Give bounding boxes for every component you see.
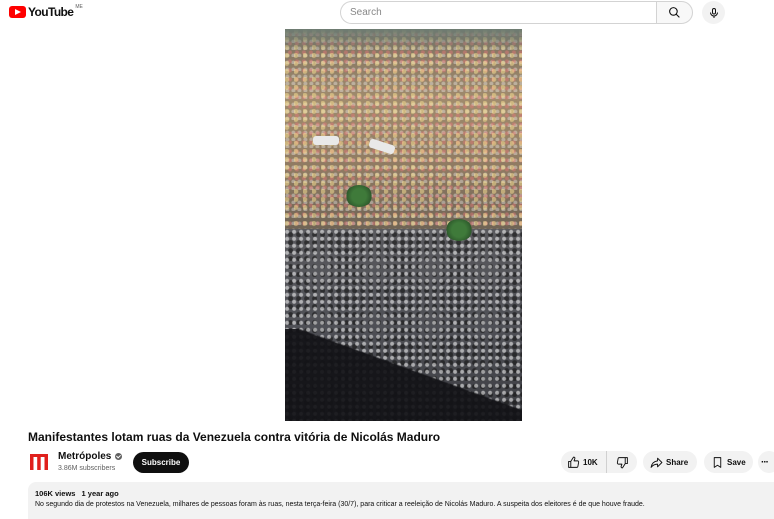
- masthead: YouTube ME: [0, 0, 774, 26]
- upload-age: 1 year ago: [81, 489, 119, 498]
- thumbs-down-icon: [616, 456, 628, 468]
- youtube-play-icon: [9, 6, 26, 18]
- video-frame-building: [285, 29, 522, 51]
- video-frame-car: [313, 136, 339, 145]
- video-frame-tree: [445, 219, 473, 241]
- logo-country-code: ME: [75, 4, 83, 10]
- channel-avatar[interactable]: [28, 451, 50, 473]
- like-dislike-group: 10K: [561, 451, 637, 473]
- thumbs-up-icon: [568, 456, 580, 468]
- channel-name[interactable]: Metrópoles: [58, 451, 123, 462]
- share-button[interactable]: Share: [643, 451, 697, 473]
- video-frame-tree: [345, 185, 373, 207]
- description-text: No segundo dia de protestos na Venezuela…: [35, 501, 645, 508]
- share-icon: [650, 457, 663, 468]
- subscriber-count: 3.86M subscribers: [58, 465, 116, 472]
- verified-badge-icon: [115, 453, 123, 460]
- logo-text: YouTube: [28, 5, 74, 19]
- share-label: Share: [666, 457, 689, 467]
- more-actions-button[interactable]: ···: [758, 451, 774, 473]
- description-box[interactable]: 106K views 1 year ago No segundo dia de …: [28, 482, 774, 519]
- channel-logo-icon: [30, 454, 48, 470]
- channel-name-text: Metrópoles: [58, 451, 112, 462]
- search-input[interactable]: [341, 2, 656, 23]
- video-frame-shadow: [285, 329, 522, 421]
- microphone-icon: [709, 7, 718, 18]
- search-box: [340, 1, 656, 24]
- video-meta: 106K views 1 year ago: [35, 489, 774, 498]
- dislike-button[interactable]: [607, 451, 637, 473]
- save-label: Save: [727, 457, 746, 467]
- video-player[interactable]: [285, 29, 522, 421]
- video-frame-crowd-top: [285, 29, 522, 229]
- like-button[interactable]: 10K: [561, 451, 607, 473]
- save-button[interactable]: Save: [704, 451, 753, 473]
- subscribe-button[interactable]: Subscribe: [133, 452, 189, 473]
- youtube-logo[interactable]: YouTube ME: [9, 4, 83, 19]
- voice-search-button[interactable]: [702, 1, 725, 24]
- search-icon: [669, 7, 680, 18]
- like-count: 10K: [583, 457, 598, 467]
- video-title: Manifestantes lotam ruas da Venezuela co…: [28, 430, 441, 444]
- search-button[interactable]: [656, 1, 693, 24]
- view-count: 106K views: [35, 489, 76, 498]
- bookmark-icon: [713, 456, 722, 468]
